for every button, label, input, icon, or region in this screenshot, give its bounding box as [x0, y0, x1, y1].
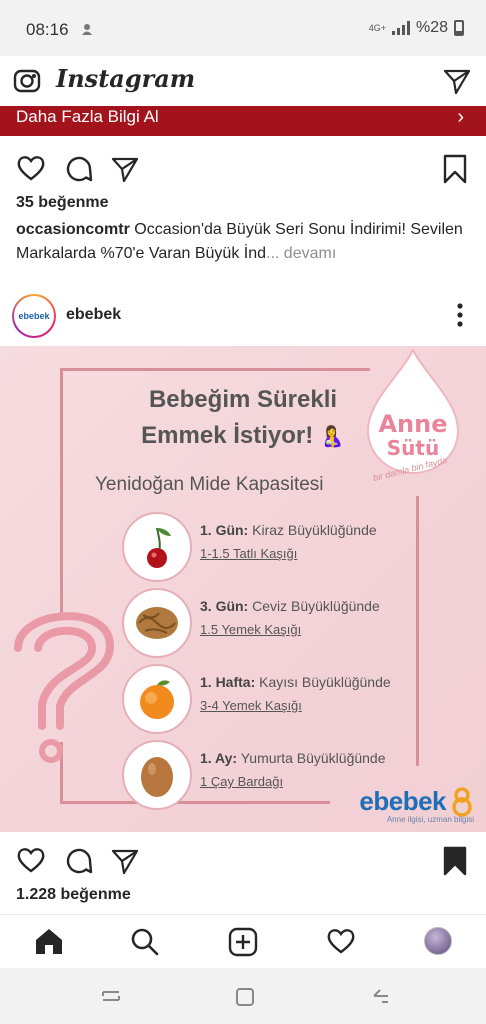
bottom-nav [0, 914, 486, 968]
battery-label: %28 [415, 19, 448, 36]
post-username[interactable]: ebebek [66, 306, 121, 324]
like-heart-icon[interactable] [16, 846, 46, 879]
stage-item: 3. Gün: Ceviz Büyüklüğünde 1.5 Yemek Kaş… [122, 588, 442, 658]
caption-more-link[interactable]: ... devamı [266, 245, 336, 262]
stage-desc: Kiraz Büyüklüğünde [248, 522, 377, 538]
network-label: 4G+ [368, 22, 386, 33]
stage-item: 1. Gün: Kiraz Büyüklüğünde 1-1.5 Tatlı K… [122, 512, 442, 582]
stage-period: 3. Gün: [200, 598, 249, 614]
like-count[interactable]: 1.228 beğenme [16, 886, 131, 904]
post-actions [0, 838, 486, 882]
profile-avatar[interactable] [424, 927, 452, 955]
stage-amount: 1 Çay Bardağı [200, 774, 284, 789]
home-icon[interactable] [34, 927, 64, 960]
share-icon[interactable] [110, 846, 140, 881]
profile-avatar-image [424, 927, 452, 955]
stage-period: 1. Hafta: [200, 674, 256, 690]
post-actions [0, 146, 486, 190]
comment-icon[interactable] [64, 154, 94, 189]
apricot-icon [122, 664, 192, 734]
stage-period: 1. Gün: [200, 522, 249, 538]
stage-amount: 3-4 Yemek Kaşığı [200, 698, 302, 713]
stage-desc: Yumurta Büyüklüğünde [237, 750, 386, 766]
ad-cta-label: Daha Fazla Bilgi Al [16, 107, 159, 126]
caption-username[interactable]: occasioncomtr [16, 221, 130, 238]
stage-amount: 1-1.5 Tatlı Kaşığı [200, 546, 298, 561]
like-heart-icon[interactable] [16, 154, 46, 187]
ad-cta-bar[interactable]: Daha Fazla Bilgi Al › [0, 106, 486, 136]
image-subtitle: Yenidoğan Mide Kapasitesi [95, 474, 324, 495]
bookmark-filled-icon[interactable] [442, 846, 468, 881]
brand-name: ebebek [359, 785, 446, 816]
android-nav-bar [0, 968, 486, 1024]
brand-logo: ebebek Anne ilgisi, uzman bilgisi [359, 785, 474, 825]
instagram-logo: Instagram [56, 64, 196, 93]
drop-word1: Anne [378, 410, 448, 438]
frame-top-line [60, 368, 370, 371]
activity-heart-icon[interactable] [326, 927, 356, 960]
signal-icon [391, 21, 410, 35]
more-options-icon[interactable] [456, 302, 464, 333]
comment-icon[interactable] [64, 846, 94, 881]
avatar-logo: ebebek [14, 296, 54, 336]
status-bar: 08:16 4G+ %28 [0, 0, 486, 56]
search-icon[interactable] [130, 927, 160, 962]
recent-apps-icon[interactable] [100, 986, 122, 1011]
bookmark-icon[interactable] [442, 154, 468, 189]
cherry-icon [122, 512, 192, 582]
question-mark-icon [14, 612, 115, 763]
stage-item: 1. Hafta: Kayısı Büyüklüğünde 3-4 Yemek … [122, 664, 442, 734]
chevron-right-icon: › [457, 106, 464, 128]
camera-icon[interactable] [12, 66, 42, 101]
post-image[interactable]: Bebeğim Sürekli Emmek İstiyor! 🤱 Yenidoğ… [0, 346, 486, 832]
post-caption: occasioncomtr Occasion'da Büyük Seri Son… [16, 218, 476, 266]
status-indicators: 4G+ %28 [369, 19, 464, 37]
back-icon[interactable] [370, 986, 392, 1011]
notification-icon [80, 22, 94, 39]
stage-desc: Ceviz Büyüklüğünde [248, 598, 380, 614]
status-time: 08:16 [26, 20, 69, 39]
stage-desc: Kayısı Büyüklüğünde [255, 674, 391, 690]
home-button-icon[interactable] [234, 986, 256, 1013]
egg-icon [122, 740, 192, 810]
app-header: Instagram [0, 56, 486, 106]
battery-icon [454, 20, 464, 36]
drop-word2: Sütü [386, 436, 440, 460]
post-header: ebebek ebebek [0, 292, 486, 340]
stage-period: 1. Ay: [200, 750, 238, 766]
add-post-icon[interactable] [228, 927, 258, 962]
stage-amount: 1.5 Yemek Kaşığı [200, 622, 302, 637]
brand-mark-icon [452, 787, 472, 817]
like-count[interactable]: 35 beğenme [16, 194, 108, 212]
mother-emoji: 🤱 [319, 426, 345, 448]
image-title-line2: Emmek İstiyor! [141, 422, 314, 449]
share-icon[interactable] [110, 154, 140, 189]
send-icon[interactable] [442, 66, 472, 101]
walnut-icon [122, 588, 192, 658]
milk-drop-badge: Anne Sütü bir damla bin fayda [360, 346, 466, 486]
avatar[interactable]: ebebek [12, 294, 56, 338]
